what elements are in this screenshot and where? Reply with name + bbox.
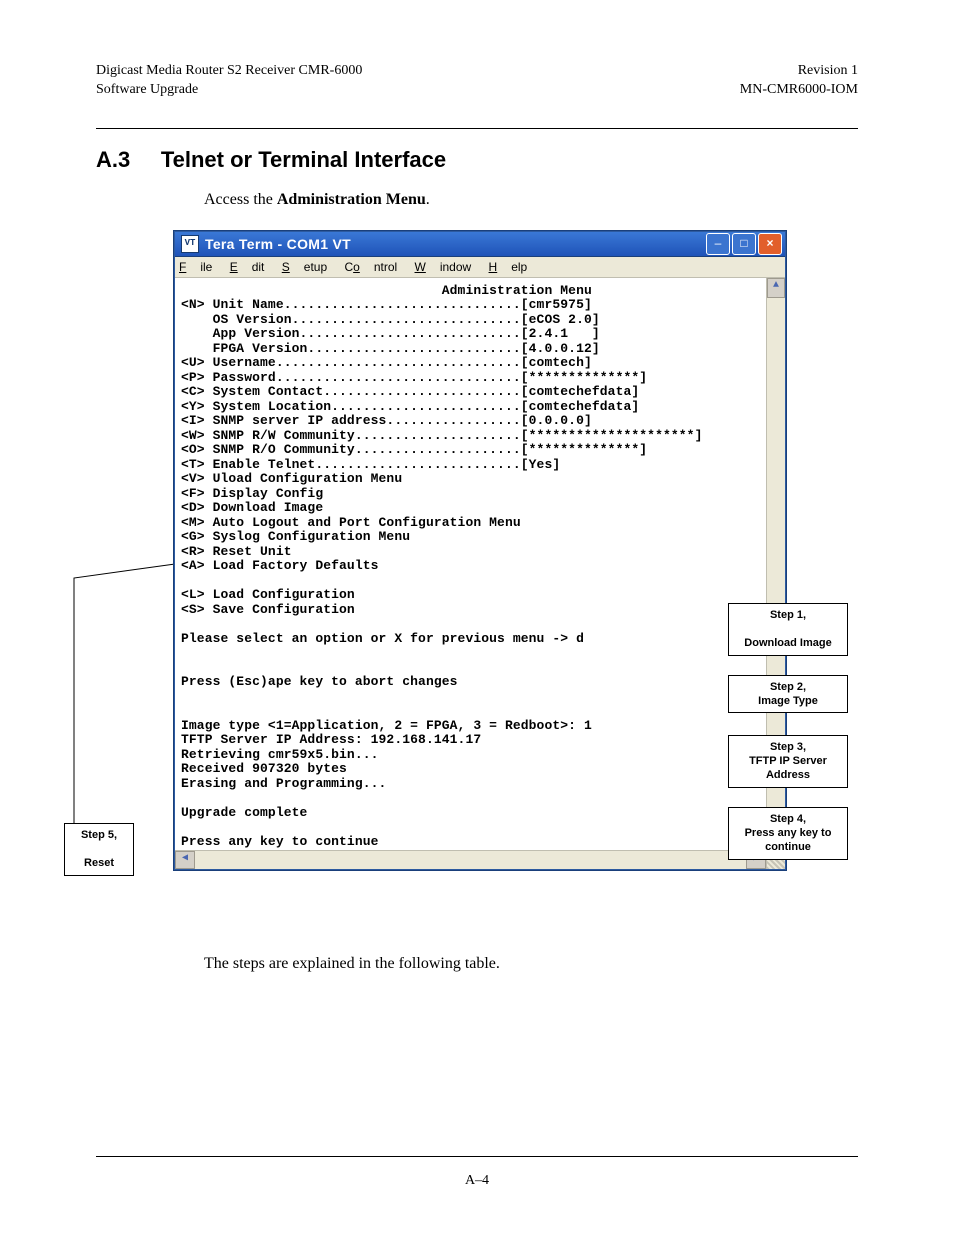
scroll-up-icon[interactable]: ▲ [767,278,785,298]
horizontal-scrollbar[interactable]: ◀ ▶ [175,850,785,869]
menu-setup[interactable]: Setup [282,260,327,274]
window-title: Tera Term - COM1 VT [205,236,706,252]
page-number: A–4 [0,1173,954,1189]
menu-window[interactable]: Window [415,260,472,274]
menu-bar[interactable]: File Edit Setup Control Window Help [175,257,785,278]
section-number: A.3 [96,147,130,172]
intro-paragraph: Access the Administration Menu. [204,191,858,209]
callout-step-4: Step 4,Press any key tocontinue [728,807,848,860]
page-header: Digicast Media Router S2 Receiver CMR-60… [96,62,858,100]
scroll-left-icon[interactable]: ◀ [175,851,195,869]
header-left-1: Digicast Media Router S2 Receiver CMR-60… [96,62,362,81]
section-title: Telnet or Terminal Interface [161,147,446,172]
close-button[interactable]: × [758,233,782,255]
maximize-button[interactable]: □ [732,233,756,255]
callout-step-3: Step 3,TFTP IP ServerAddress [728,735,848,788]
callout-step-2: Step 2,Image Type [728,675,848,714]
terminal-text[interactable]: Administration Menu <N> Unit Name.......… [175,278,785,850]
section-heading: A.3 Telnet or Terminal Interface [96,147,858,173]
follow-paragraph: The steps are explained in the following… [204,955,858,973]
intro-bold: Administration Menu [277,191,426,208]
menu-file[interactable]: File [179,260,212,274]
terminal-figure: VT Tera Term - COM1 VT – □ × File Edit S… [64,231,854,931]
menu-control[interactable]: Control [344,260,397,274]
callout-step-1: Step 1,Download Image [728,603,848,656]
header-right-2: MN-CMR6000-IOM [740,81,858,100]
terminal-window: VT Tera Term - COM1 VT – □ × File Edit S… [174,231,786,870]
intro-prefix: Access the [204,191,277,208]
app-icon: VT [181,235,199,253]
menu-help[interactable]: Help [489,260,528,274]
callout-step-5: Step 5,Reset [64,823,134,876]
menu-edit[interactable]: Edit [230,260,265,274]
intro-suffix: . [426,191,430,208]
titlebar[interactable]: VT Tera Term - COM1 VT – □ × [175,232,785,257]
header-right-1: Revision 1 [740,62,858,81]
header-left-2: Software Upgrade [96,81,362,100]
minimize-button[interactable]: – [706,233,730,255]
footer-divider [96,1156,858,1157]
header-divider [96,128,858,129]
